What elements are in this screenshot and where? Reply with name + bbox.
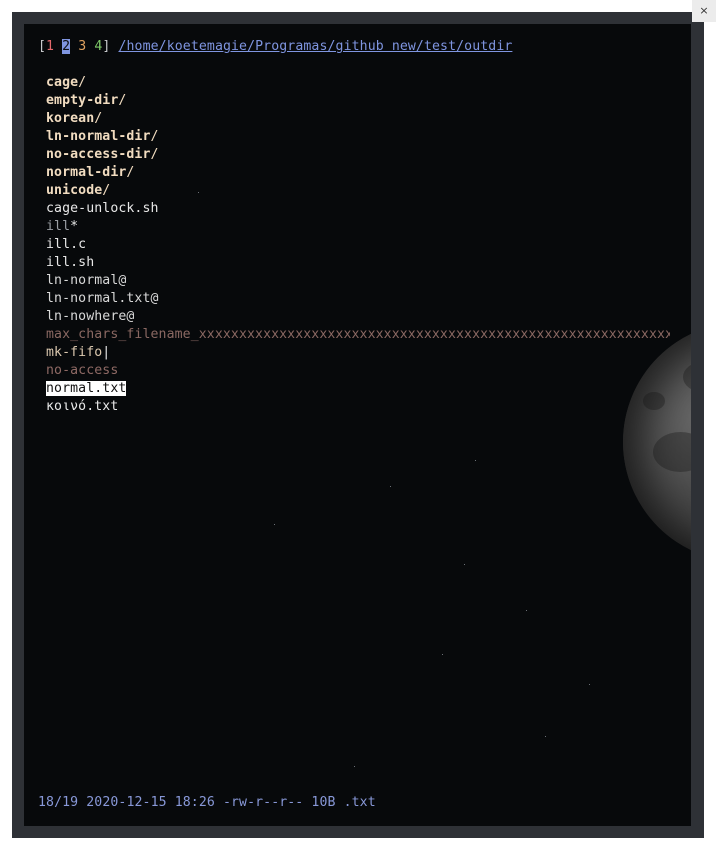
list-item[interactable]: ln-nowhere@ [46, 308, 134, 326]
status-date: 2020-12-15 [86, 795, 167, 810]
list-item[interactable]: κοινό.txt [46, 398, 118, 416]
list-item[interactable]: ln-normal.txt@ [46, 290, 159, 308]
list-item[interactable]: unicode/ [46, 182, 110, 200]
tab-bar: [1 2 3 4] /home/koetemagie/Programas/git… [38, 38, 512, 56]
tab-2-active[interactable]: 2 [62, 39, 71, 54]
status-size: 10B [311, 795, 336, 810]
list-item[interactable]: ln-normal-dir/ [46, 128, 159, 146]
entry-name: κοινό.txt [46, 399, 119, 414]
list-item[interactable]: korean/ [46, 110, 102, 128]
entry-name: cage [46, 75, 79, 90]
entry-suffix: / [78, 75, 87, 90]
list-item[interactable]: no-access [46, 362, 118, 380]
close-button[interactable]: × [692, 0, 716, 22]
list-item[interactable]: cage/ [46, 74, 86, 92]
tab-3[interactable]: 3 [78, 39, 86, 54]
close-icon: × [699, 4, 709, 17]
list-item[interactable]: max_chars_filename_xxxxxxxxxxxxxxxxxxxxx… [46, 326, 670, 344]
entry-name: normal.txt [46, 381, 127, 396]
tab-1[interactable]: 1 [46, 39, 54, 54]
entry-name: korean [46, 111, 95, 126]
status-permissions: -rw-r--r-- [222, 795, 304, 810]
current-path[interactable]: /home/koetemagie/Programas/github new/te… [118, 39, 512, 54]
entry-suffix: @ [126, 309, 135, 324]
entry-name: max_chars_filename_xxxxxxxxxxxxxxxxxxxxx… [46, 327, 670, 342]
list-item[interactable]: no-access-dir/ [46, 146, 159, 164]
status-line: 18/19 2020-12-15 18:26 -rw-r--r-- 10B .t… [38, 794, 376, 812]
entry-name: mk-fifo [46, 345, 103, 360]
tab-bracket-open: [ [38, 39, 47, 54]
entry-name: cage-unlock.sh [46, 201, 159, 216]
entry-suffix: / [102, 183, 111, 198]
entry-suffix: / [118, 93, 127, 108]
list-item[interactable]: mk-fifo| [46, 344, 110, 362]
entry-suffix: / [150, 147, 159, 162]
entry-suffix: / [94, 111, 103, 126]
list-item[interactable]: ill* [46, 218, 78, 236]
entry-suffix: @ [118, 273, 127, 288]
list-item[interactable]: ill.c [46, 236, 86, 254]
entry-name: empty-dir [46, 93, 119, 108]
list-item[interactable]: ill.sh [46, 254, 94, 272]
entry-suffix: / [150, 129, 159, 144]
entry-suffix: | [102, 345, 111, 360]
entry-name: normal-dir [46, 165, 127, 180]
entry-name: unicode [46, 183, 103, 198]
list-item[interactable]: ln-normal@ [46, 272, 126, 290]
entry-suffix: / [126, 165, 135, 180]
entry-suffix: @ [150, 291, 159, 306]
entry-name: no-access [46, 363, 119, 378]
entry-suffix: * [70, 219, 79, 234]
list-item[interactable]: empty-dir/ [46, 92, 126, 110]
tab-bracket-close: ] [102, 39, 111, 54]
status-time: 18:26 [174, 795, 215, 810]
moon-wallpaper-image [623, 322, 691, 562]
entry-name: ill.c [46, 237, 87, 252]
entry-name: ln-nowhere [46, 309, 127, 324]
entry-name: ill [46, 219, 71, 234]
list-item[interactable]: normal-dir/ [46, 164, 134, 182]
entry-name: no-access-dir [46, 147, 151, 162]
status-extension: .txt [343, 795, 376, 810]
entry-name: ln-normal-dir [46, 129, 151, 144]
list-item[interactable]: cage-unlock.sh [46, 200, 159, 218]
status-position: 18/19 [38, 795, 79, 810]
entry-name: ln-normal [46, 273, 119, 288]
terminal-window: [1 2 3 4] /home/koetemagie/Programas/git… [12, 12, 704, 838]
entry-name: ln-normal.txt [46, 291, 151, 306]
list-item-selected[interactable]: normal.txt [46, 380, 127, 398]
entry-name: ill.sh [46, 255, 95, 270]
